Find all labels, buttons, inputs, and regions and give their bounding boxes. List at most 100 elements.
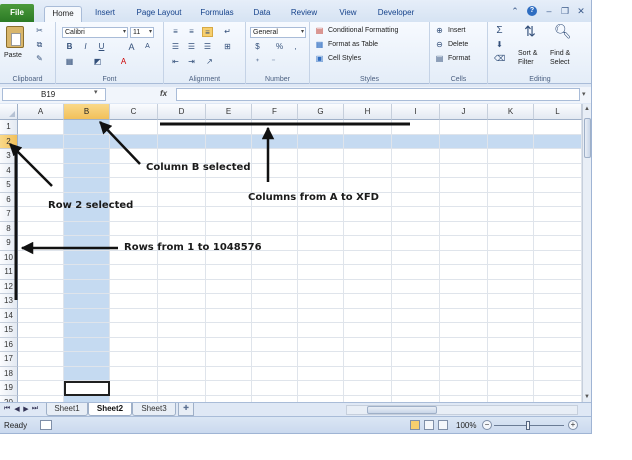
name-box[interactable]: B19	[2, 88, 106, 101]
clear-icon[interactable]: ⌫	[494, 54, 505, 64]
grow-font-button[interactable]: A	[126, 42, 137, 52]
find-select-label-2[interactable]: Select	[550, 59, 569, 66]
autosum-button[interactable]: Σ	[494, 26, 505, 36]
tab-view[interactable]: View	[332, 6, 364, 22]
expand-formula-bar-icon[interactable]: ▾	[582, 90, 586, 98]
vertical-scroll-thumb[interactable]	[584, 118, 591, 158]
paste-button[interactable]: Paste	[4, 52, 22, 59]
restore-icon[interactable]: ❐	[560, 6, 570, 16]
horizontal-scroll-thumb[interactable]	[367, 406, 437, 414]
insert-cells-icon[interactable]: ⊕	[434, 26, 445, 36]
zoom-out-button[interactable]: −	[482, 420, 492, 430]
comma-button[interactable]: ,	[290, 42, 301, 52]
cell-styles-button[interactable]: Cell Styles	[328, 55, 361, 62]
column-b-arrow	[99, 121, 141, 165]
formula-input[interactable]	[176, 88, 580, 101]
annotation-rows-range: Rows from 1 to 1048576	[124, 242, 262, 253]
columns-range-bracket	[160, 122, 410, 182]
borders-icon[interactable]: ▦	[64, 57, 75, 67]
zoom-level[interactable]: 100%	[456, 421, 476, 430]
vertical-scrollbar[interactable]: ▲ ▼	[582, 104, 591, 402]
sheet-tab-1[interactable]: Sheet1	[46, 403, 88, 416]
page-layout-view-button[interactable]	[424, 420, 434, 430]
insert-function-button[interactable]: fx	[160, 89, 167, 98]
decrease-decimal-icon[interactable]: ⁻	[268, 57, 279, 67]
sort-filter-label-2[interactable]: Filter	[518, 59, 534, 66]
number-format-combo[interactable]: General	[250, 27, 306, 38]
merge-center-icon[interactable]: ⊞	[222, 42, 233, 52]
increase-indent-icon[interactable]: ⇥	[186, 57, 197, 67]
paste-icon[interactable]	[6, 26, 24, 48]
tab-review[interactable]: Review	[284, 6, 324, 22]
sheet-tab-2[interactable]: Sheet2	[88, 403, 132, 416]
scroll-up-icon[interactable]: ▲	[584, 106, 590, 112]
cell-styles-icon[interactable]: ▣	[314, 54, 325, 64]
ribbon: Paste ✂ ⧉ ✎ Clipboard Calibri 11 B I U A…	[0, 22, 591, 84]
font-name-combo[interactable]: Calibri	[62, 27, 128, 38]
tab-formulas[interactable]: Formulas	[194, 6, 240, 22]
prev-sheet-icon[interactable]: ◀	[13, 405, 21, 413]
tab-page-layout[interactable]: Page Layout	[130, 6, 188, 22]
close-icon[interactable]: ✕	[576, 6, 586, 16]
decrease-indent-icon[interactable]: ⇤	[170, 57, 181, 67]
wrap-text-icon[interactable]: ↵	[222, 27, 233, 37]
tab-home[interactable]: Home	[44, 6, 82, 22]
zoom-in-button[interactable]: +	[568, 420, 578, 430]
align-right-icon[interactable]: ☰	[202, 42, 213, 52]
format-as-table-button[interactable]: Format as Table	[328, 41, 378, 48]
conditional-formatting-button[interactable]: Conditional Formatting	[328, 27, 398, 34]
zoom-slider-thumb[interactable]	[526, 421, 530, 430]
percent-button[interactable]: %	[274, 42, 285, 52]
increase-decimal-icon[interactable]: ⁺	[252, 57, 263, 67]
bold-button[interactable]: B	[64, 42, 75, 52]
copy-icon[interactable]: ⧉	[34, 40, 45, 50]
last-sheet-icon[interactable]: ⏭	[31, 405, 39, 413]
fill-icon[interactable]: ⬇	[494, 40, 505, 50]
format-painter-icon[interactable]: ✎	[34, 54, 45, 64]
cut-icon[interactable]: ✂	[34, 26, 45, 36]
font-color-icon[interactable]: A	[118, 57, 129, 67]
macro-record-icon[interactable]	[40, 420, 52, 430]
align-bottom-icon[interactable]: ≡	[202, 27, 213, 37]
underline-button[interactable]: U	[96, 42, 107, 52]
sort-filter-label-1[interactable]: Sort &	[518, 50, 537, 57]
conditional-formatting-icon[interactable]: ▤	[314, 26, 325, 36]
scroll-down-icon[interactable]: ▼	[584, 394, 590, 400]
fill-color-icon[interactable]: ◩	[92, 57, 103, 67]
name-box-dropdown-icon[interactable]: ▾	[94, 88, 98, 96]
tab-file[interactable]: File	[0, 4, 34, 22]
first-sheet-icon[interactable]: ⏮	[3, 405, 11, 413]
tab-insert[interactable]: Insert	[86, 6, 124, 22]
align-middle-icon[interactable]: ≡	[186, 27, 197, 37]
currency-button[interactable]: $	[252, 42, 263, 52]
minimize-icon[interactable]: –	[544, 6, 554, 16]
shrink-font-button[interactable]: A	[142, 42, 153, 52]
next-sheet-icon[interactable]: ▶	[22, 405, 30, 413]
delete-cells-icon[interactable]: ⊖	[434, 40, 445, 50]
insert-sheet-icon[interactable]: ✚	[178, 403, 194, 416]
format-cells-icon[interactable]: ▤	[434, 54, 445, 64]
help-icon[interactable]: ?	[527, 6, 537, 16]
align-center-icon[interactable]: ☰	[186, 42, 197, 52]
annotation-column-b: Column B selected	[146, 162, 251, 173]
find-select-label-1[interactable]: Find &	[550, 50, 570, 57]
find-select-icon[interactable]: 🔍︎	[554, 24, 572, 42]
normal-view-button[interactable]	[410, 420, 420, 430]
sheet-tab-3[interactable]: Sheet3	[132, 403, 176, 416]
sort-filter-icon[interactable]: ⇅	[522, 24, 538, 42]
format-as-table-icon[interactable]: ▦	[314, 40, 325, 50]
minimize-ribbon-icon[interactable]: ⌃	[510, 6, 520, 16]
font-size-combo[interactable]: 11	[130, 27, 154, 38]
align-left-icon[interactable]: ☰	[170, 42, 181, 52]
tab-developer[interactable]: Developer	[370, 6, 422, 22]
horizontal-scrollbar[interactable]	[346, 405, 578, 415]
worksheet-grid[interactable]: ABCDEFGHIJKL 1 2 3 4 5 6 7 8 9 10 11 12 13 14 15 16 17 18…	[0, 104, 582, 402]
tab-data[interactable]: Data	[246, 6, 278, 22]
orientation-icon[interactable]: ↗	[204, 57, 215, 67]
delete-cells-button[interactable]: Delete	[448, 41, 468, 48]
insert-cells-button[interactable]: Insert	[448, 27, 466, 34]
italic-button[interactable]: I	[80, 42, 91, 52]
format-cells-button[interactable]: Format	[448, 55, 470, 62]
align-top-icon[interactable]: ≡	[170, 27, 181, 37]
page-break-view-button[interactable]	[438, 420, 448, 430]
